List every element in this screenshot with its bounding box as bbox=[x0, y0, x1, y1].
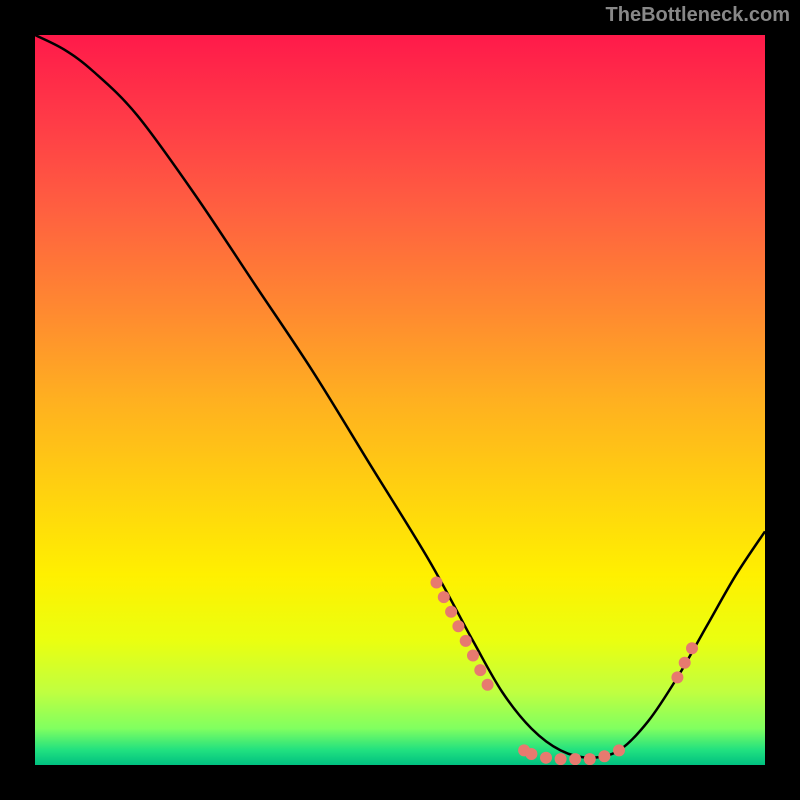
data-marker bbox=[460, 635, 472, 647]
data-marker bbox=[584, 753, 596, 765]
data-marker bbox=[540, 752, 552, 764]
data-marker bbox=[452, 620, 464, 632]
data-marker bbox=[679, 657, 691, 669]
bottleneck-curve bbox=[35, 35, 765, 758]
data-markers bbox=[431, 577, 699, 766]
data-marker bbox=[467, 650, 479, 662]
curve-svg bbox=[35, 35, 765, 765]
data-marker bbox=[482, 679, 494, 691]
data-marker bbox=[445, 606, 457, 618]
data-marker bbox=[671, 671, 683, 683]
plot-area bbox=[35, 35, 765, 765]
data-marker bbox=[525, 748, 537, 760]
data-marker bbox=[686, 642, 698, 654]
data-marker bbox=[438, 591, 450, 603]
data-marker bbox=[613, 744, 625, 756]
data-marker bbox=[474, 664, 486, 676]
data-marker bbox=[569, 753, 581, 765]
data-marker bbox=[555, 753, 567, 765]
data-marker bbox=[598, 750, 610, 762]
attribution-text: TheBottleneck.com bbox=[606, 4, 790, 27]
data-marker bbox=[431, 577, 443, 589]
